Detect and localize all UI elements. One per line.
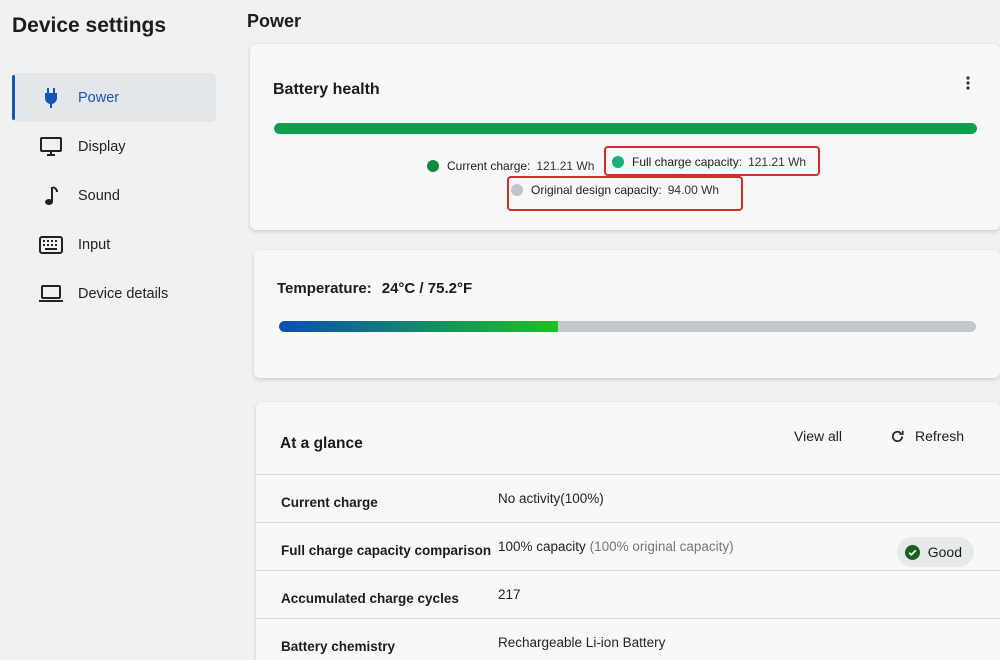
current-charge-label: Current charge: <box>447 159 531 173</box>
row-label: Accumulated charge cycles <box>281 591 459 606</box>
table-row: Battery chemistry Rechargeable Li-ion Ba… <box>256 618 1000 660</box>
row-label: Full charge capacity comparison <box>281 543 492 558</box>
row-label: Current charge <box>281 495 378 510</box>
battery-health-title: Battery health <box>273 81 380 98</box>
temperature-bar <box>279 321 976 332</box>
row-value: 217 <box>498 587 521 602</box>
temperature-label: Temperature: <box>277 280 372 297</box>
current-charge-dot <box>427 160 439 172</box>
sidebar-item-display[interactable]: Display <box>12 122 216 171</box>
music-note-icon <box>38 185 64 207</box>
plug-icon <box>38 87 64 109</box>
laptop-icon <box>38 283 64 305</box>
temperature-card: Temperature: 24°C / 75.2°F <box>254 250 1000 378</box>
design-capacity-label: Original design capacity: <box>531 183 662 197</box>
legend-design-capacity: Original design capacity: 94.00 Wh <box>511 183 719 197</box>
temperature-value: 24°C / 75.2°F <box>381 280 473 297</box>
refresh-icon <box>890 429 905 444</box>
status-badge-label: Good <box>927 544 962 560</box>
row-note: (100% original capacity) <box>589 539 734 554</box>
full-capacity-dot <box>612 156 624 168</box>
monitor-icon <box>38 136 64 158</box>
at-a-glance-title: At a glance <box>280 435 363 452</box>
sidebar-item-label: Sound <box>78 187 120 204</box>
table-row: Current charge No activity(100%) <box>256 474 1000 522</box>
app-title: Device settings <box>12 14 167 37</box>
design-capacity-value: 94.00 Wh <box>667 183 720 197</box>
sidebar-item-device-details[interactable]: Device details <box>12 269 216 318</box>
legend-full-capacity: Full charge capacity: 121.21 Wh <box>612 155 806 169</box>
temperature-heading: Temperature: 24°C / 75.2°F <box>277 280 472 297</box>
status-badge: Good <box>896 537 974 567</box>
battery-health-card: Battery health Current charge: 121.21 Wh… <box>250 44 1000 230</box>
table-row: Accumulated charge cycles 217 <box>256 570 1000 618</box>
battery-health-bar-fill <box>274 123 977 134</box>
sidebar-item-sound[interactable]: Sound <box>12 171 216 220</box>
row-label: Battery chemistry <box>281 639 396 654</box>
sidebar-item-input[interactable]: Input <box>12 220 216 269</box>
table-row: Full charge capacity comparison 100% cap… <box>256 522 1000 570</box>
sidebar-item-label: Device details <box>78 285 169 302</box>
sidebar-item-power[interactable]: Power <box>12 73 216 122</box>
view-all-button[interactable]: View all <box>794 428 842 444</box>
check-circle-icon <box>904 544 920 560</box>
row-value: 100% capacity <box>498 539 586 554</box>
row-value: No activity(100%) <box>498 491 604 506</box>
more-options-icon[interactable] <box>966 76 970 95</box>
design-capacity-dot <box>511 184 523 196</box>
full-capacity-label: Full charge capacity: <box>632 155 743 169</box>
row-value: Rechargeable Li-ion Battery <box>498 635 666 650</box>
full-capacity-value: 121.21 Wh <box>748 155 807 169</box>
sidebar: Power Display Sound Input Device details <box>12 73 216 318</box>
sidebar-item-label: Power <box>78 89 120 106</box>
refresh-button[interactable]: Refresh <box>890 428 964 444</box>
refresh-label: Refresh <box>915 428 965 444</box>
current-charge-value: 121.21 Wh <box>536 159 595 173</box>
legend-current-charge: Current charge: 121.21 Wh <box>427 159 594 173</box>
battery-health-bar <box>274 123 977 134</box>
sidebar-item-label: Input <box>78 236 111 253</box>
at-a-glance-card: At a glance View all Refresh Current cha… <box>256 402 1000 660</box>
temperature-bar-fill <box>279 321 558 332</box>
keyboard-icon <box>38 234 64 256</box>
page-title: Power <box>247 11 302 31</box>
sidebar-item-label: Display <box>78 138 126 155</box>
row-value-group: 100% capacity (100% original capacity) <box>498 539 734 554</box>
